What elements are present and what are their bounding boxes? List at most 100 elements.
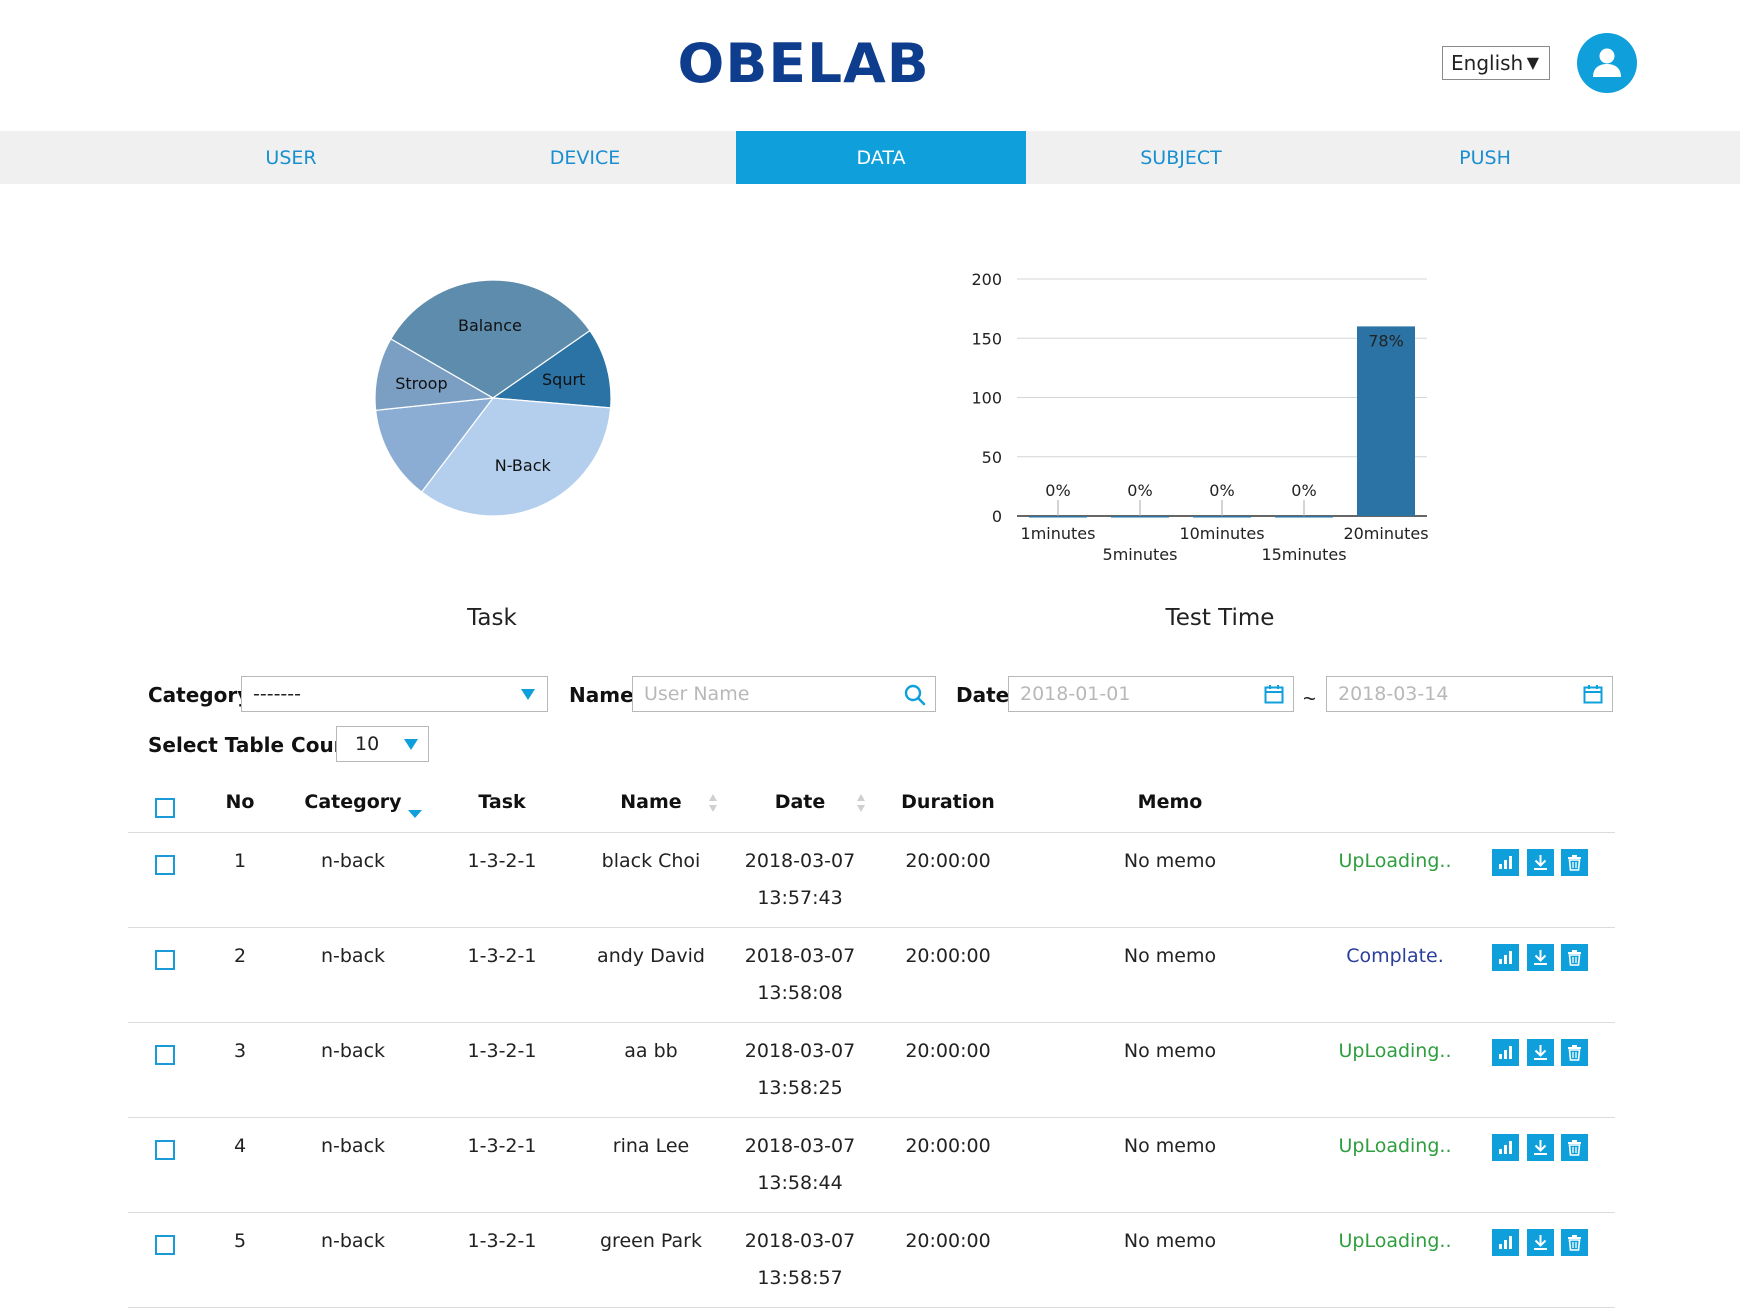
bar-data-label: 78% — [1368, 331, 1404, 350]
row-category: n-back — [320, 1230, 386, 1252]
x-tick-label: 5minutes — [1103, 545, 1178, 564]
column-header-date[interactable]: Date — [750, 791, 850, 821]
tab-data[interactable]: DATA — [736, 131, 1026, 184]
bar[interactable] — [1029, 516, 1087, 518]
pie-slice-label: Squrt — [542, 370, 585, 389]
row-name: rina Lee — [612, 1135, 690, 1157]
download-icon — [1534, 1140, 1547, 1155]
delete-button[interactable] — [1561, 1039, 1588, 1066]
download-button[interactable] — [1527, 849, 1554, 876]
select-all-checkbox[interactable] — [155, 798, 175, 818]
download-button[interactable] — [1527, 944, 1554, 971]
row-duration: 20:00:00 — [905, 945, 991, 967]
row-checkbox[interactable] — [155, 1140, 175, 1160]
name-filter-label: Name — [569, 683, 634, 707]
view-chart-button[interactable] — [1492, 1229, 1519, 1256]
tab-push[interactable]: PUSH — [1340, 131, 1630, 184]
tab-subject[interactable]: SUBJECT — [1036, 131, 1326, 184]
column-header-duration: Duration — [901, 791, 995, 813]
logo[interactable]: OBELAB — [678, 34, 930, 94]
bar[interactable] — [1111, 516, 1169, 518]
delete-button[interactable] — [1561, 1134, 1588, 1161]
main-nav: USER DEVICE DATA SUBJECT PUSH — [0, 131, 1740, 184]
sort-desc-icon[interactable] — [408, 810, 422, 818]
row-status: UpLoading.. — [1338, 1230, 1452, 1252]
name-search-field[interactable] — [632, 676, 936, 712]
row-duration: 20:00:00 — [905, 1135, 991, 1157]
column-header-task: Task — [478, 791, 526, 813]
download-icon — [1534, 1235, 1547, 1250]
row-status: UpLoading.. — [1338, 850, 1452, 872]
row-checkbox[interactable] — [155, 1045, 175, 1065]
row-no: 3 — [233, 1040, 247, 1062]
view-chart-button[interactable] — [1492, 944, 1519, 971]
download-button[interactable] — [1527, 1134, 1554, 1161]
table-count-value: 10 — [355, 733, 380, 755]
row-memo: No memo — [1123, 1040, 1217, 1062]
date-to-input[interactable] — [1338, 683, 1612, 705]
row-task: 1-3-2-1 — [467, 1135, 537, 1157]
row-date: 2018-03-07 — [744, 945, 856, 967]
sort-icon[interactable] — [708, 793, 718, 813]
row-name: aa bb — [624, 1040, 678, 1062]
row-no: 1 — [233, 850, 247, 872]
row-checkbox[interactable] — [155, 1235, 175, 1255]
view-chart-button[interactable] — [1492, 1134, 1519, 1161]
row-divider — [128, 1212, 1615, 1213]
row-category: n-back — [320, 1040, 386, 1062]
delete-button[interactable] — [1561, 1229, 1588, 1256]
delete-button[interactable] — [1561, 849, 1588, 876]
date-from-field[interactable] — [1008, 676, 1294, 712]
category-filter-label: Category — [148, 683, 251, 707]
trash-icon — [1568, 855, 1581, 871]
bar-data-label: 0% — [1209, 481, 1234, 500]
user-avatar[interactable] — [1577, 33, 1637, 93]
download-button[interactable] — [1527, 1039, 1554, 1066]
date-filter-label: Date — [956, 683, 1010, 707]
row-divider — [128, 1307, 1615, 1308]
tab-device[interactable]: DEVICE — [440, 131, 730, 184]
row-duration: 20:00:00 — [905, 1040, 991, 1062]
row-date: 2018-03-07 — [744, 850, 856, 872]
language-select[interactable]: English ▼ — [1442, 46, 1550, 80]
row-duration: 20:00:00 — [905, 850, 991, 872]
row-task: 1-3-2-1 — [467, 1230, 537, 1252]
dropdown-caret-icon: ▼ — [1526, 53, 1539, 72]
trash-icon — [1568, 950, 1581, 966]
x-tick-label: 15minutes — [1261, 545, 1346, 564]
column-header-memo: Memo — [1137, 791, 1203, 813]
column-header-name[interactable]: Name — [601, 791, 701, 821]
delete-button[interactable] — [1561, 944, 1588, 971]
bar[interactable] — [1193, 516, 1251, 518]
table-count-label: Select Table Count — [148, 733, 358, 757]
date-to-field[interactable] — [1326, 676, 1613, 712]
download-button[interactable] — [1527, 1229, 1554, 1256]
date-from-input[interactable] — [1020, 683, 1293, 705]
row-category: n-back — [320, 1135, 386, 1157]
category-select[interactable]: ------- — [241, 676, 548, 712]
column-header-category[interactable]: Category — [293, 791, 413, 821]
row-time: 13:58:57 — [757, 1267, 843, 1289]
chart-icon — [1499, 856, 1512, 869]
bar-data-label: 0% — [1045, 481, 1070, 500]
row-checkbox[interactable] — [155, 950, 175, 970]
row-category: n-back — [320, 850, 386, 872]
row-memo: No memo — [1123, 850, 1217, 872]
bar[interactable] — [1357, 326, 1415, 516]
bar[interactable] — [1275, 516, 1333, 518]
table-count-select[interactable]: 10 — [336, 726, 429, 762]
search-icon[interactable] — [904, 684, 926, 711]
calendar-icon[interactable] — [1264, 684, 1284, 709]
x-tick-label: 10minutes — [1179, 524, 1264, 543]
trash-icon — [1568, 1235, 1581, 1251]
download-icon — [1534, 1045, 1547, 1060]
row-checkbox[interactable] — [155, 855, 175, 875]
calendar-icon[interactable] — [1583, 684, 1603, 709]
view-chart-button[interactable] — [1492, 849, 1519, 876]
name-search-input[interactable] — [644, 683, 935, 705]
trash-icon — [1568, 1140, 1581, 1156]
test-time-bar-chart: 0 50 100 150 200 0% 1minutes 0% 5minutes 0% 10minu… — [971, 270, 1428, 564]
view-chart-button[interactable] — [1492, 1039, 1519, 1066]
sort-icon[interactable] — [856, 793, 866, 813]
language-value: English — [1451, 51, 1524, 75]
